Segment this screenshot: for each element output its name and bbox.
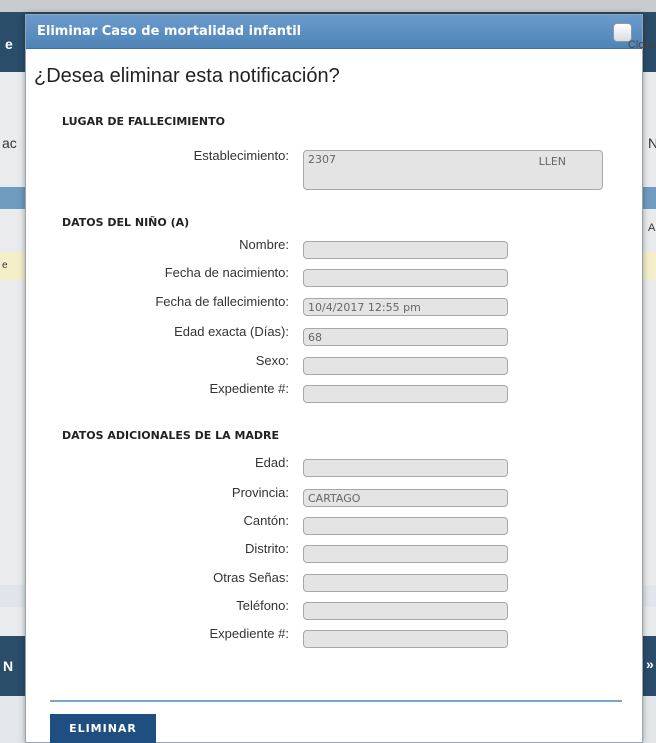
establecimiento-value: 2307 <box>308 153 336 166</box>
background-edge-text: ac <box>2 135 17 151</box>
nombre-field <box>303 241 508 259</box>
expediente-madre-field <box>303 630 508 648</box>
sexo-label: Sexo: <box>255 353 289 368</box>
fecha-nacimiento-field <box>303 269 508 287</box>
edad-exacta-label: Edad exacta (Días): <box>174 324 289 339</box>
nombre-label: Nombre: <box>239 237 289 252</box>
dialog-title: Eliminar Caso de mortalidad infantil <box>37 24 302 39</box>
dialog-titlebar: Eliminar Caso de mortalidad infantil Clo… <box>26 15 656 51</box>
otras-senas-field <box>303 574 508 592</box>
background-edge-text: N <box>648 135 656 151</box>
otras-senas-label: Otras Señas: <box>213 570 289 585</box>
fecha-fallecimiento-label: Fecha de fallecimiento: <box>155 294 289 309</box>
background-edge-text: e <box>2 260 8 271</box>
provincia-field: CARTAGO <box>303 489 508 507</box>
close-label[interactable]: Close <box>628 39 656 51</box>
fecha-nacimiento-label: Fecha de nacimiento: <box>164 265 289 280</box>
background-edge-text: N <box>3 658 14 674</box>
edad-madre-label: Edad: <box>255 455 289 470</box>
expediente-nino-label: Expediente #: <box>209 381 289 396</box>
canton-label: Cantón: <box>243 513 289 528</box>
sexo-field <box>303 357 508 375</box>
section-madre-heading: DATOS ADICIONALES DE LA MADRE <box>62 429 280 442</box>
establecimiento-label: Establecimiento: <box>193 148 289 163</box>
background-edge-text: » <box>646 656 654 672</box>
section-nino-heading: DATOS DEL NIÑO (A) <box>62 216 190 229</box>
background-edge-text: e <box>5 36 13 52</box>
expediente-nino-field <box>303 385 508 403</box>
distrito-field <box>303 545 508 563</box>
edad-exacta-field: 68 <box>303 328 508 346</box>
delete-dialog: Eliminar Caso de mortalidad infantil Clo… <box>25 14 656 743</box>
canton-field <box>303 517 508 535</box>
confirm-question: ¿Desea eliminar esta notificación? <box>34 65 340 87</box>
fecha-fallecimiento-field: 10/4/2017 12:55 pm <box>303 298 508 316</box>
edad-madre-field <box>303 459 508 477</box>
telefono-label: Teléfono: <box>236 598 289 613</box>
distrito-label: Distrito: <box>244 541 289 556</box>
provincia-label: Provincia: <box>231 485 289 500</box>
background-edge-text: A <box>648 222 656 234</box>
establecimiento-field: 2307 LLEN <box>303 150 603 190</box>
establecimiento-value-right: LLEN <box>538 155 566 168</box>
expediente-madre-label: Expediente #: <box>209 626 289 641</box>
telefono-field <box>303 602 508 620</box>
footer-divider <box>50 700 622 702</box>
section-lugar-heading: LUGAR DE FALLECIMIENTO <box>62 115 225 128</box>
delete-button[interactable]: ELIMINAR <box>50 714 156 743</box>
